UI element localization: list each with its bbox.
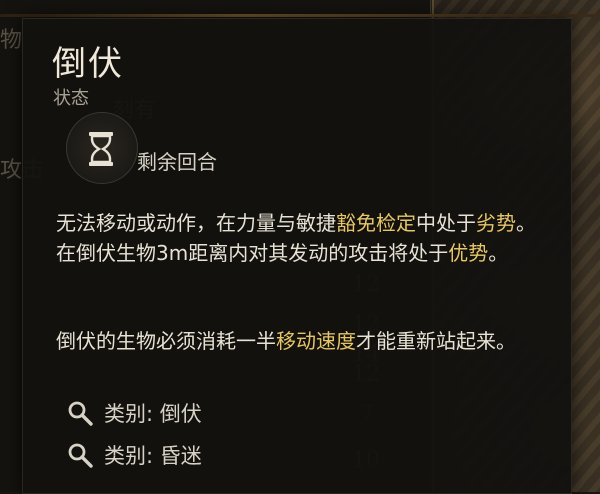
desc-text: 倒伏的生物必须消耗一半 <box>56 329 276 353</box>
condition-description: 无法移动或动作，在力量与敏捷豁免检定中处于劣势。在倒伏生物3m距离内对其发动的攻… <box>56 208 552 268</box>
keyword-advantage[interactable]: 优势 <box>448 241 488 265</box>
condition-description-2: 倒伏的生物必须消耗一半移动速度才能重新站起来。 <box>56 326 552 356</box>
hourglass-icon <box>89 132 113 166</box>
magnifier-icon <box>68 443 93 468</box>
category-label: 类别: 倒伏 <box>104 402 202 426</box>
desc-text: 中处于 <box>416 211 476 235</box>
remaining-turns-label: 剩余回合 <box>137 150 217 174</box>
desc-text: 才能重新站起来。 <box>356 329 516 353</box>
condition-type: 状态 <box>53 88 89 109</box>
keyword-disadvantage[interactable]: 劣势 <box>476 211 516 235</box>
keyword-movement-speed[interactable]: 移动速度 <box>276 329 356 353</box>
background-glyph: 物 <box>0 28 23 53</box>
condition-title: 倒伏 <box>52 44 124 84</box>
desc-text: 无法移动或动作，在力量与敏捷 <box>56 211 336 235</box>
category-link-prone[interactable]: 类别: 倒伏 <box>66 398 202 428</box>
magnifier-icon <box>68 401 93 426</box>
frame-top-border <box>0 14 600 17</box>
category-link-unconscious[interactable]: 类别: 昏迷 <box>66 440 202 470</box>
category-label: 类别: 昏迷 <box>104 444 202 468</box>
desc-text: 。 <box>488 241 509 265</box>
keyword-saving-throw[interactable]: 豁免检定 <box>336 211 416 235</box>
